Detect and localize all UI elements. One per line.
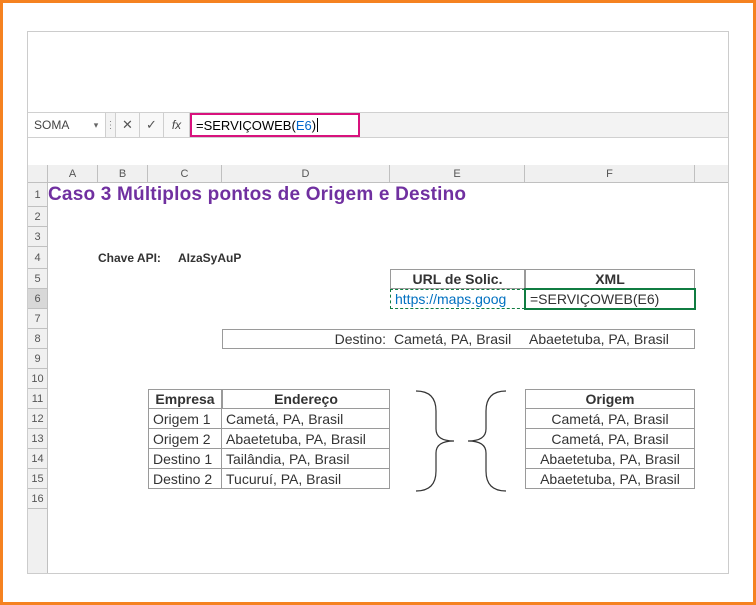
fx-icon: fx bbox=[172, 118, 181, 132]
row-header[interactable]: 9 bbox=[28, 349, 47, 369]
api-key-label: Chave API: bbox=[98, 247, 178, 269]
url-header: URL de Solic. bbox=[390, 269, 525, 289]
insert-function-button[interactable]: fx bbox=[164, 113, 190, 137]
col-header-e[interactable]: E bbox=[390, 165, 525, 182]
destino-1: Cametá, PA, Brasil bbox=[390, 329, 525, 349]
enter-button[interactable]: ✓ bbox=[140, 113, 164, 137]
select-all-corner[interactable] bbox=[28, 165, 48, 182]
table1-header-empresa: Empresa bbox=[148, 389, 222, 409]
row-header[interactable]: 2 bbox=[28, 207, 47, 227]
row-headers: 1 2 3 4 5 6 7 8 9 10 11 12 13 14 15 16 bbox=[28, 183, 48, 573]
cells-container: Caso 3 Múltiplos pontos de Origem e Dest… bbox=[48, 183, 728, 573]
excel-window: SOMA ▾ ⋮ ✕ ✓ fx =SERVIÇOWEB(E6) A B bbox=[27, 31, 729, 574]
text-cursor bbox=[317, 118, 318, 132]
col-header-b[interactable]: B bbox=[98, 165, 148, 182]
formula-text-post: ) bbox=[312, 118, 316, 133]
table-row: Destino 2 bbox=[148, 469, 222, 489]
check-icon: ✓ bbox=[146, 117, 157, 133]
row-header[interactable]: 8 bbox=[28, 329, 47, 349]
row-header[interactable]: 7 bbox=[28, 309, 47, 329]
row-header[interactable]: 6 bbox=[28, 289, 47, 309]
row-header[interactable]: 13 bbox=[28, 429, 47, 449]
row-header[interactable]: 14 bbox=[28, 449, 47, 469]
destino-label: Destino: bbox=[222, 329, 390, 349]
row-header[interactable]: 5 bbox=[28, 269, 47, 289]
cell-e6[interactable]: https://maps.goog bbox=[390, 289, 525, 309]
name-box-value: SOMA bbox=[34, 118, 69, 132]
origem-row: Abaetetuba, PA, Brasil bbox=[525, 449, 695, 469]
formula-text-pre: =SERVIÇOWEB( bbox=[196, 118, 296, 133]
row-header[interactable]: 11 bbox=[28, 389, 47, 409]
row-header[interactable]: 12 bbox=[28, 409, 47, 429]
api-key-value: AIzaSyAuP bbox=[178, 247, 318, 269]
row-header[interactable]: 15 bbox=[28, 469, 47, 489]
chevron-down-icon[interactable]: ▾ bbox=[91, 120, 101, 130]
table-row: Abaetetuba, PA, Brasil bbox=[222, 429, 390, 449]
cell-f6-active[interactable]: =SERVIÇOWEB(E6) bbox=[525, 289, 695, 309]
destino-2: Abaetetuba, PA, Brasil bbox=[525, 329, 695, 349]
column-headers: A B C D E F bbox=[28, 165, 728, 183]
table-row: Tucuruí, PA, Brasil bbox=[222, 469, 390, 489]
formula-text-ref: E6 bbox=[296, 118, 312, 133]
col-header-d[interactable]: D bbox=[222, 165, 390, 182]
origem-header: Origem bbox=[525, 389, 695, 409]
row-header[interactable]: 3 bbox=[28, 227, 47, 247]
x-icon: ✕ bbox=[122, 117, 133, 133]
col-header-f[interactable]: F bbox=[525, 165, 695, 182]
table-row: Cametá, PA, Brasil bbox=[222, 409, 390, 429]
table-row: Tailândia, PA, Brasil bbox=[222, 449, 390, 469]
image-frame: SOMA ▾ ⋮ ✕ ✓ fx =SERVIÇOWEB(E6) A B bbox=[0, 0, 756, 605]
row-header[interactable]: 16 bbox=[28, 489, 47, 509]
table-row: Destino 1 bbox=[148, 449, 222, 469]
formula-input[interactable]: =SERVIÇOWEB(E6) bbox=[190, 113, 360, 137]
formula-bar-separator: ⋮ bbox=[106, 113, 116, 137]
col-header-c[interactable]: C bbox=[148, 165, 222, 182]
formula-bar: SOMA ▾ ⋮ ✕ ✓ fx =SERVIÇOWEB(E6) bbox=[28, 112, 728, 138]
name-box[interactable]: SOMA ▾ bbox=[28, 113, 106, 137]
table1-header-endereco: Endereço bbox=[222, 389, 390, 409]
table-row: Origem 2 bbox=[148, 429, 222, 449]
row-header[interactable]: 1 bbox=[28, 183, 47, 207]
page-title: Caso 3 Múltiplos pontos de Origem e Dest… bbox=[48, 183, 688, 207]
table-row: Origem 1 bbox=[148, 409, 222, 429]
origem-row: Cametá, PA, Brasil bbox=[525, 429, 695, 449]
row-header[interactable]: 4 bbox=[28, 247, 47, 269]
origem-row: Abaetetuba, PA, Brasil bbox=[525, 469, 695, 489]
brace-icon bbox=[406, 389, 516, 493]
cancel-button[interactable]: ✕ bbox=[116, 113, 140, 137]
xml-header: XML bbox=[525, 269, 695, 289]
row-header[interactable]: 10 bbox=[28, 369, 47, 389]
spreadsheet-grid[interactable]: A B C D E F 1 2 3 4 5 6 7 8 9 10 11 12 1… bbox=[28, 165, 728, 573]
col-header-a[interactable]: A bbox=[48, 165, 98, 182]
origem-row: Cametá, PA, Brasil bbox=[525, 409, 695, 429]
